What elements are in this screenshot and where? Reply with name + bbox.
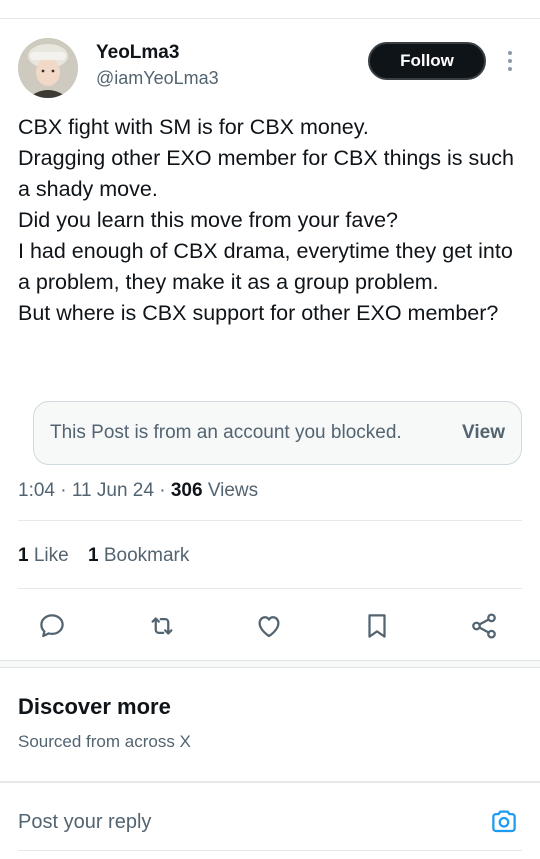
avatar[interactable] xyxy=(18,38,78,98)
reply-icon xyxy=(40,614,64,638)
likes-count: 1 xyxy=(18,545,29,566)
camera-icon[interactable] xyxy=(489,806,519,836)
like-icon xyxy=(258,616,280,638)
author-names: YeoLma3 @iamYeoLma3 xyxy=(96,42,219,90)
author-display-name[interactable]: YeoLma3 xyxy=(96,42,219,64)
post-text: CBX fight with SM is for CBX money. Drag… xyxy=(18,115,514,325)
bookmarks-count: 1 xyxy=(88,545,99,566)
repost-button[interactable] xyxy=(144,608,180,644)
post-header: YeoLma3 @iamYeoLma3 Follow xyxy=(18,38,522,98)
repost-icon xyxy=(151,617,173,635)
divider xyxy=(18,520,522,521)
follow-button[interactable]: Follow xyxy=(368,42,486,80)
like-button[interactable] xyxy=(251,608,287,644)
author-handle[interactable]: @iamYeoLma3 xyxy=(96,66,219,90)
views-label: Views xyxy=(207,480,259,501)
more-options-icon[interactable] xyxy=(506,50,514,72)
bookmark-icon xyxy=(368,614,386,638)
reply-divider xyxy=(0,781,540,783)
bookmarks-stat[interactable]: 1 Bookmark xyxy=(88,544,189,568)
meta-separator: · xyxy=(153,480,171,501)
bookmark-button[interactable] xyxy=(359,608,395,644)
bookmarks-label: Bookmark xyxy=(103,545,190,566)
discover-more-heading: Discover more xyxy=(18,694,171,719)
post-meta: 1:04 · 11 Jun 24 · 306 Views xyxy=(18,479,258,503)
blocked-quote-card: This Post is from an account you blocked… xyxy=(33,401,522,465)
likes-stat[interactable]: 1 Like xyxy=(18,544,69,568)
reply-button[interactable] xyxy=(34,608,70,644)
divider xyxy=(18,588,522,589)
reply-bottom-divider xyxy=(18,850,522,851)
view-blocked-button[interactable]: View xyxy=(462,422,505,444)
post-stats: 1 Like 1 Bookmark xyxy=(18,544,203,568)
discover-more-subtitle: Sourced from across X xyxy=(18,732,191,751)
reply-input[interactable]: Post your reply xyxy=(18,811,151,834)
action-bar xyxy=(18,608,522,644)
views-count: 306 xyxy=(170,480,203,501)
share-button[interactable] xyxy=(466,608,502,644)
top-divider xyxy=(0,18,540,19)
meta-separator: · xyxy=(54,480,72,501)
blocked-notice-text: This Post is from an account you blocked… xyxy=(50,422,402,443)
post-time[interactable]: 1:04 xyxy=(18,480,55,501)
post-date[interactable]: 11 Jun 24 xyxy=(72,480,154,501)
likes-label: Like xyxy=(33,545,69,566)
section-separator xyxy=(0,660,540,668)
share-icon xyxy=(472,613,496,639)
